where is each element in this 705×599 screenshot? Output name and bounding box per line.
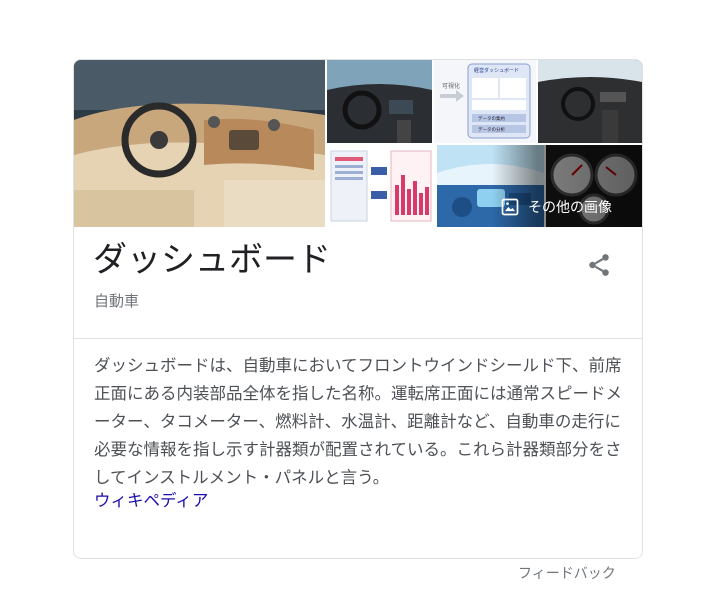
more-images-overlay: その他の画像 (492, 145, 642, 227)
entity-title: ダッシュボード (93, 240, 331, 280)
interior-image-2[interactable] (327, 60, 432, 143)
image-icon (501, 198, 519, 216)
entity-subtitle: 自動車 (94, 292, 140, 310)
main-dashboard-image[interactable] (74, 60, 325, 227)
more-images-button[interactable]: その他の画像 (492, 145, 642, 227)
share-button[interactable] (583, 249, 615, 281)
entity-description: ダッシュボードは、自動車においてフロントウインドシールド下、前席正面にある内装部… (94, 356, 622, 487)
chart-ui-image[interactable] (327, 145, 435, 227)
feedback-link[interactable]: フィードバック (518, 563, 616, 583)
diagram-dashboard-title: 経営ダッシュボード (474, 67, 519, 74)
diagram-decision-label: データの分析 (478, 126, 505, 133)
knowledge-panel: 可視化 経営ダッシュボード データの集約 データの分析 その他の画像 ダッシュボ… (73, 59, 643, 559)
wikipedia-link[interactable]: ウィキペディア (94, 487, 208, 515)
divider (74, 338, 642, 339)
diagram-data-label: データの集約 (478, 115, 505, 122)
share-icon (589, 254, 609, 276)
image-gallery: 可視化 経営ダッシュボード データの集約 データの分析 その他の画像 (74, 60, 642, 227)
dashboard-diagram-image[interactable]: 可視化 経営ダッシュボード データの集約 データの分析 (434, 60, 536, 143)
more-images-label: その他の画像 (528, 200, 612, 216)
diagram-arrow-label: 可視化 (442, 82, 460, 90)
interior-image-4[interactable] (538, 60, 642, 143)
